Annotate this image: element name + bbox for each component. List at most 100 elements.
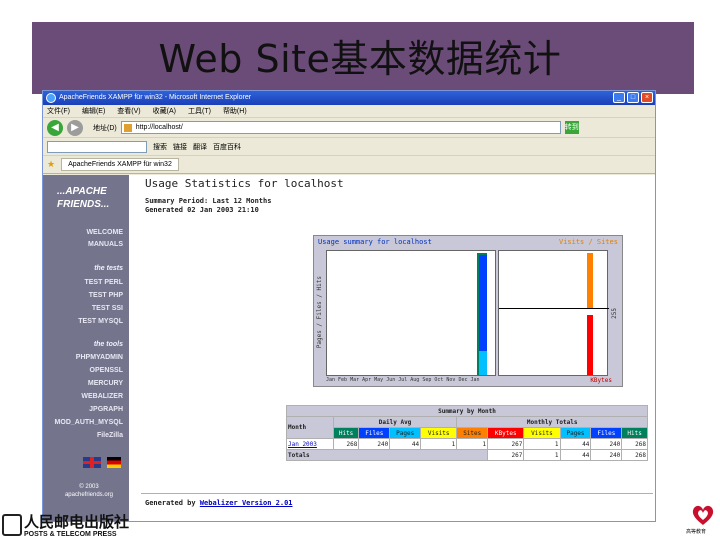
back-button[interactable]: ◀ <box>47 119 63 136</box>
sidebar-item-jpgraph[interactable]: JPGRAPH <box>89 406 123 413</box>
webalizer-page: Usage Statistics for localhost Summary P… <box>141 175 653 521</box>
ie-icon <box>46 93 56 103</box>
monthly-totals-header: Monthly Totals <box>456 416 648 428</box>
seal-icon <box>692 505 714 525</box>
cell: 240 <box>358 438 391 450</box>
browser-window: ApacheFriends XAMPP für win32 - Microsof… <box>42 90 656 522</box>
col-visits-total: Visits <box>523 427 561 439</box>
cell: 240 <box>590 449 623 461</box>
totals-label: Totals <box>285 449 489 461</box>
window-title: ApacheFriends XAMPP für win32 - Microsof… <box>59 94 252 101</box>
cell: 1 <box>523 438 561 450</box>
sidebar-item-webalizer[interactable]: WEBALIZER <box>81 393 123 400</box>
footer-divider <box>141 493 653 494</box>
sidebar-item-test-perl[interactable]: TEST PERL <box>84 279 123 286</box>
publisher-mark-icon <box>2 514 22 536</box>
tab-bar: ★ ApacheFriends XAMPP für win32 <box>43 156 655 174</box>
summary-period: Summary Period: Last 12 Months Generated… <box>145 197 272 214</box>
sidebar-item-phpmyadmin[interactable]: PHPMYADMIN <box>76 354 123 361</box>
link-translate[interactable]: 翻译 <box>193 142 207 152</box>
table-row: Jan 2003 268 240 44 1 1 267 1 44 240 268 <box>286 438 648 450</box>
usage-heading: Usage Statistics for localhost <box>145 177 344 190</box>
cell: 1 <box>420 438 458 450</box>
sidebar-copyright: © 2003 apachefriends.org <box>64 484 114 498</box>
apachefriends-logo: ...APACHE FRIENDS... <box>57 186 110 210</box>
sidebar-item-mercury[interactable]: MERCURY <box>88 380 123 387</box>
nav-toolbar: ◀ ▶ 地址(D) http://localhost/ 转到 <box>43 118 655 138</box>
cell: 44 <box>559 449 592 461</box>
menu-file[interactable]: 文件(F) <box>47 105 70 117</box>
month-link[interactable]: Jan 2003 <box>286 438 334 450</box>
month-header: Month <box>286 416 334 439</box>
chart-plot-hits <box>326 250 496 376</box>
link-baike[interactable]: 百度百科 <box>213 142 241 152</box>
menu-tools[interactable]: 工具(T) <box>188 105 211 117</box>
publisher-name-cn: 人民邮电出版社 <box>24 514 130 531</box>
chart-month-labels: Jan Feb Mar Apr May Jun Jul Aug Sep Oct … <box>326 377 480 383</box>
cell: 240 <box>590 438 623 450</box>
favorites-star-icon[interactable]: ★ <box>47 159 55 170</box>
window-titlebar: ApacheFriends XAMPP für win32 - Microsof… <box>43 91 655 105</box>
daily-avg-header: Daily Avg <box>332 416 458 428</box>
sidebar-item-mod-auth-mysql[interactable]: MOD_AUTH_MYSQL <box>55 419 123 426</box>
chart-right-value: 255 <box>611 308 618 319</box>
menu-view[interactable]: 查看(V) <box>117 105 140 117</box>
sidebar-section-tests: the tests <box>94 265 123 272</box>
toolbar-search-input[interactable] <box>47 140 147 153</box>
menu-edit[interactable]: 编辑(E) <box>82 105 105 117</box>
totals-row: Totals 267 1 44 240 268 <box>285 449 648 461</box>
page-content: ...APACHE FRIENDS... WELCOME MANUALS the… <box>43 175 655 521</box>
sidebar-item-filezilla[interactable]: FileZilla <box>97 432 123 439</box>
menu-bar: 文件(F) 编辑(E) 查看(V) 收藏(A) 工具(T) 帮助(H) <box>43 105 655 118</box>
cell: 1 <box>456 438 489 450</box>
german-flag-icon[interactable] <box>107 457 121 468</box>
bar-pages <box>479 351 487 375</box>
sidebar-item-welcome[interactable]: WELCOME <box>86 229 123 236</box>
cell: 44 <box>389 438 422 450</box>
menu-favorites[interactable]: 收藏(A) <box>153 105 176 117</box>
uk-flag-icon[interactable] <box>83 457 101 468</box>
chart-legend: Visits / Sites <box>558 238 618 246</box>
webalizer-link[interactable]: Webalizer Version 2.01 <box>200 499 293 507</box>
link-links[interactable]: 链接 <box>173 142 187 152</box>
cell: 268 <box>332 438 360 450</box>
chart-title: Usage summary for localhost <box>318 238 432 246</box>
col-files: Files <box>358 427 391 439</box>
cell: 1 <box>523 449 561 461</box>
xampp-sidebar: ...APACHE FRIENDS... WELCOME MANUALS the… <box>43 175 129 521</box>
sidebar-item-test-mysql[interactable]: TEST MYSQL <box>78 318 123 325</box>
summary-table: Summary by Month Month Daily Avg Monthly… <box>285 405 648 461</box>
chart-kbytes-label: KBytes <box>590 377 612 384</box>
sidebar-item-openssl[interactable]: OPENSSL <box>90 367 123 374</box>
chart-divider <box>499 308 609 309</box>
forward-button[interactable]: ▶ <box>67 119 83 136</box>
sidebar-item-test-ssi[interactable]: TEST SSI <box>92 305 123 312</box>
col-hits: Hits <box>332 427 360 439</box>
cell: 44 <box>559 438 592 450</box>
sidebar-item-manuals[interactable]: MANUALS <box>88 241 123 248</box>
tab-xampp[interactable]: ApacheFriends XAMPP für win32 <box>61 158 179 171</box>
webalizer-footer: Generated by Webalizer Version 2.01 <box>145 499 293 507</box>
cell: 268 <box>621 449 648 461</box>
sidebar-item-test-php[interactable]: TEST PHP <box>89 292 123 299</box>
slide: Web Site基本数据统计 ApacheFriends XAMPP für w… <box>0 0 720 540</box>
summary-title: Summary by Month <box>286 405 648 417</box>
cell: 267 <box>487 438 525 450</box>
col-files-total: Files <box>590 427 623 439</box>
go-button[interactable]: 转到 <box>564 121 579 134</box>
col-visits: Visits <box>420 427 458 439</box>
maximize-button[interactable]: □ <box>627 92 639 103</box>
close-button[interactable]: × <box>641 92 653 103</box>
cell: 267 <box>487 449 525 461</box>
address-label: 地址(D) <box>93 124 117 132</box>
minimize-button[interactable]: _ <box>613 92 625 103</box>
chart-y-label: Pages / Files / Hits <box>316 276 323 349</box>
publisher-name-en: POSTS & TELECOM PRESS <box>24 531 117 538</box>
menu-help[interactable]: 帮助(H) <box>223 105 247 117</box>
link-search[interactable]: 搜索 <box>153 142 167 152</box>
col-pages-total: Pages <box>559 427 592 439</box>
address-input[interactable]: http://localhost/ <box>120 121 561 134</box>
col-pages: Pages <box>389 427 422 439</box>
seal-text: 高等教育 <box>686 529 707 535</box>
cell: 268 <box>621 438 648 450</box>
